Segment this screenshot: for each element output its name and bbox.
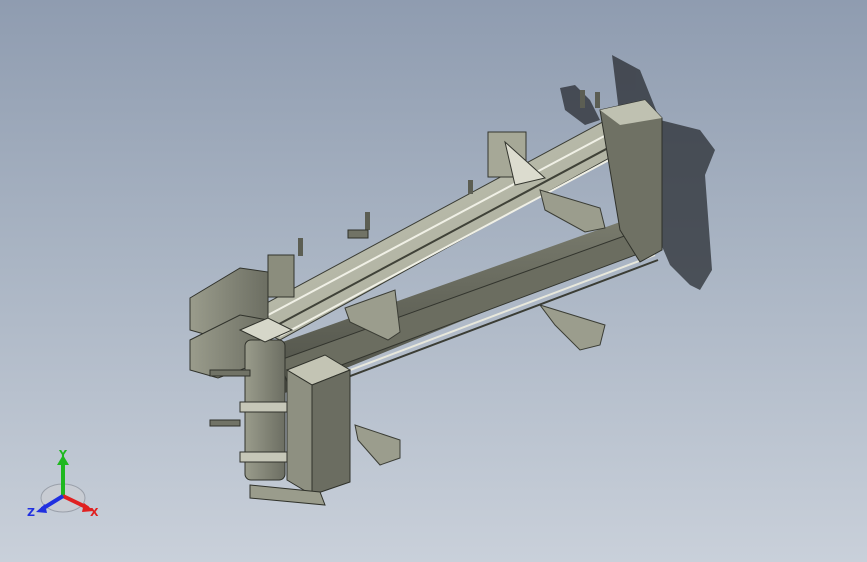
model-scene[interactable]: Y X Z	[0, 0, 867, 562]
clamp-handle-1[interactable]	[209, 419, 241, 427]
bracket-3[interactable]	[538, 304, 606, 351]
triad-label-x: X	[90, 506, 99, 519]
triad-label-y: Y	[58, 448, 68, 461]
motor-front	[286, 369, 313, 496]
bracket-2[interactable]	[539, 189, 606, 233]
motor-side	[311, 369, 351, 496]
roller-column[interactable]	[238, 317, 294, 481]
roller-collar-1	[239, 401, 291, 413]
triad-label-z: Z	[27, 506, 35, 519]
coordinate-triad: Y X Z	[27, 448, 99, 519]
clamp-handle-3[interactable]	[347, 229, 369, 239]
cad-viewport[interactable]: Y X Z	[0, 0, 867, 562]
motor-mount	[267, 254, 295, 298]
roller-collar-2	[239, 451, 291, 463]
bracket-4[interactable]	[354, 424, 401, 466]
clamp-handle-2[interactable]	[209, 369, 251, 377]
